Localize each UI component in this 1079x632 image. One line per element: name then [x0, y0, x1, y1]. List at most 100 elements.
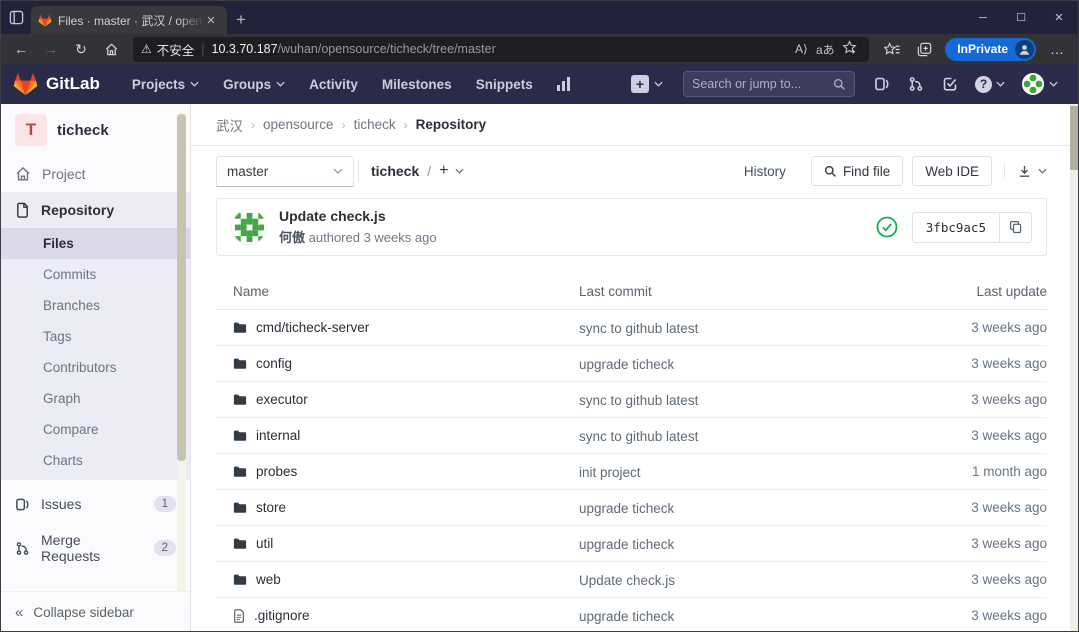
file-name-link[interactable]: executor: [256, 392, 308, 407]
breadcrumb-group[interactable]: 武汉: [216, 115, 243, 135]
tab-close-icon[interactable]: ✕: [202, 11, 220, 29]
breadcrumb-project[interactable]: ticheck: [354, 117, 396, 132]
commit-message-link[interactable]: Update check.js: [579, 573, 675, 588]
file-name-link[interactable]: .gitignore: [254, 608, 310, 623]
file-name-link[interactable]: probes: [256, 464, 297, 479]
read-aloud-icon[interactable]: A⟩: [789, 42, 813, 56]
table-row[interactable]: util upgrade ticheck 3 weeks ago: [216, 526, 1047, 562]
history-link[interactable]: History: [744, 164, 786, 179]
sidebar-section-repository: Repository Files Commits Branches Tags C…: [1, 192, 190, 480]
file-name-link[interactable]: cmd/ticheck-server: [256, 320, 369, 335]
file-name-link[interactable]: config: [256, 356, 292, 371]
gitlab-logo-icon[interactable]: [13, 72, 38, 96]
user-menu[interactable]: [1013, 72, 1066, 96]
tab-actions-icon[interactable]: [1, 1, 31, 34]
commit-title-link[interactable]: Update check.js: [279, 208, 876, 224]
back-button[interactable]: ←: [7, 36, 35, 62]
repo-root-link[interactable]: ticheck: [371, 163, 419, 179]
menu-activity[interactable]: Activity: [299, 71, 368, 98]
table-row[interactable]: probes init project 1 month ago: [216, 454, 1047, 490]
favorites-icon[interactable]: [877, 36, 907, 62]
breadcrumb-subgroup[interactable]: opensource: [263, 117, 334, 132]
table-row[interactable]: cmd/ticheck-server sync to github latest…: [216, 310, 1047, 346]
table-row[interactable]: config upgrade ticheck 3 weeks ago: [216, 346, 1047, 382]
menu-snippets[interactable]: Snippets: [466, 71, 543, 98]
new-menu-button[interactable]: +: [621, 75, 673, 93]
table-header: Name Last commit Last update: [216, 274, 1047, 310]
sidebar-item-compare[interactable]: Compare: [1, 414, 190, 445]
home-button[interactable]: [97, 36, 125, 62]
merge-requests-nav-icon[interactable]: [899, 69, 933, 99]
translate-icon[interactable]: aあ: [813, 41, 837, 58]
menu-projects[interactable]: Projects: [122, 71, 209, 98]
sidebar-item-merge-requests[interactable]: Merge Requests 2: [1, 522, 190, 574]
menu-milestones[interactable]: Milestones: [372, 71, 462, 98]
table-row[interactable]: .gitignore upgrade ticheck 3 weeks ago: [216, 598, 1047, 632]
sidebar-item-repository[interactable]: Repository: [1, 192, 190, 228]
address-bar[interactable]: ⚠ 不安全 | 10.3.70.187/wuhan/opensource/tic…: [133, 37, 869, 62]
minimize-button[interactable]: ─: [964, 1, 1002, 34]
commit-author[interactable]: 何傲: [279, 230, 305, 245]
browser-tab[interactable]: Files · master · 武汉 / opensourc ✕: [31, 6, 227, 34]
search-input[interactable]: [692, 77, 833, 91]
commit-message-link[interactable]: upgrade ticheck: [579, 609, 674, 624]
page-scrollbar-thumb[interactable]: [1070, 106, 1078, 170]
maximize-button[interactable]: ☐: [1002, 1, 1040, 34]
add-file-dropdown[interactable]: +: [439, 162, 464, 180]
menu-groups[interactable]: Groups: [213, 71, 295, 98]
help-menu[interactable]: ?: [967, 76, 1013, 93]
branch-selector[interactable]: master: [216, 156, 354, 187]
inprivate-badge[interactable]: InPrivate: [945, 38, 1036, 61]
collections-icon[interactable]: [909, 36, 939, 62]
sidebar-item-commits[interactable]: Commits: [1, 259, 190, 290]
sidebar-item-graph[interactable]: Graph: [1, 383, 190, 414]
add-favorite-icon[interactable]: [837, 40, 861, 58]
download-source-dropdown[interactable]: [1004, 164, 1047, 179]
browser-menu-icon[interactable]: …: [1042, 36, 1072, 62]
issues-nav-icon[interactable]: [865, 69, 899, 99]
forward-button[interactable]: →: [37, 36, 65, 62]
file-name-link[interactable]: internal: [256, 428, 300, 443]
commit-message-link[interactable]: upgrade ticheck: [579, 537, 674, 552]
pipeline-status-icon[interactable]: [876, 216, 898, 238]
file-name-link[interactable]: util: [256, 536, 273, 551]
commit-message-link[interactable]: sync to github latest: [579, 393, 698, 408]
file-name-link[interactable]: store: [256, 500, 286, 515]
table-row[interactable]: store upgrade ticheck 3 weeks ago: [216, 490, 1047, 526]
commit-message-link[interactable]: sync to github latest: [579, 429, 698, 444]
commit-message-link[interactable]: upgrade ticheck: [579, 501, 674, 516]
close-button[interactable]: ✕: [1040, 1, 1078, 34]
global-search[interactable]: [683, 71, 855, 97]
table-row[interactable]: executor sync to github latest 3 weeks a…: [216, 382, 1047, 418]
file-name-link[interactable]: web: [256, 572, 281, 587]
table-row[interactable]: web Update check.js 3 weeks ago: [216, 562, 1047, 598]
page-scrollbar[interactable]: [1070, 104, 1078, 631]
sidebar-scrollbar-thumb[interactable]: [177, 114, 186, 461]
home-icon: [15, 166, 31, 182]
sidebar-item-files[interactable]: Files: [1, 228, 190, 259]
copy-sha-button[interactable]: [1000, 212, 1032, 243]
commit-message-link[interactable]: init project: [579, 465, 641, 480]
refresh-button[interactable]: ↻: [67, 36, 95, 62]
sidebar-item-tags[interactable]: Tags: [1, 321, 190, 352]
todos-nav-icon[interactable]: [933, 69, 967, 99]
sidebar-project-header[interactable]: T ticheck: [1, 104, 190, 156]
collapse-sidebar-button[interactable]: « Collapse sidebar: [1, 591, 190, 632]
plus-icon: +: [631, 75, 649, 93]
table-row[interactable]: internal sync to github latest 3 weeks a…: [216, 418, 1047, 454]
web-ide-button[interactable]: Web IDE: [912, 156, 992, 186]
gitlab-brand[interactable]: GitLab: [46, 74, 100, 94]
commit-message-link[interactable]: sync to github latest: [579, 321, 698, 336]
sidebar-item-project[interactable]: Project: [1, 156, 190, 192]
commit-message-link[interactable]: upgrade ticheck: [579, 357, 674, 372]
find-file-button[interactable]: Find file: [811, 156, 903, 186]
commit-author-avatar[interactable]: [231, 209, 267, 245]
sidebar-item-contributors[interactable]: Contributors: [1, 352, 190, 383]
instance-statistics-icon[interactable]: [547, 77, 580, 91]
commit-sha[interactable]: 3fbc9ac5: [912, 212, 1000, 243]
sidebar-item-charts[interactable]: Charts: [1, 445, 190, 476]
new-tab-button[interactable]: +: [227, 6, 255, 34]
sidebar-item-issues[interactable]: Issues 1: [1, 486, 190, 522]
sidebar: T ticheck Project Repository Files Commi…: [1, 104, 191, 632]
sidebar-item-branches[interactable]: Branches: [1, 290, 190, 321]
